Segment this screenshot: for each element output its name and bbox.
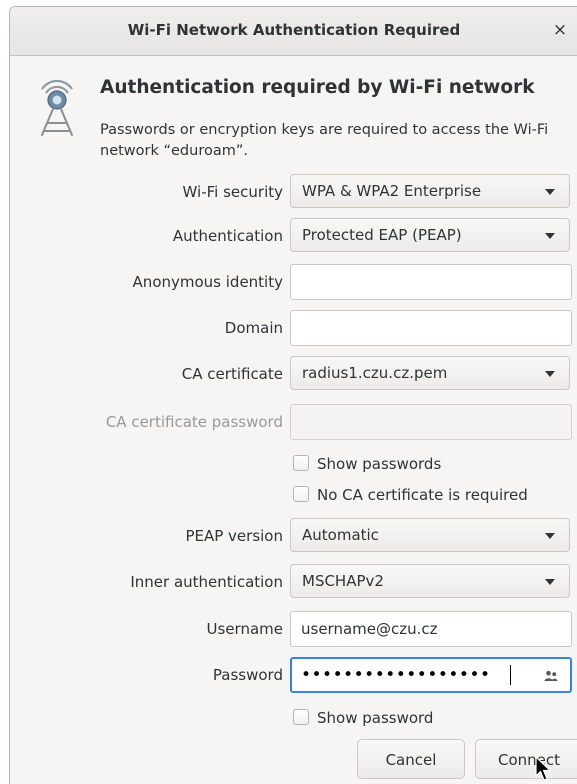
mouse-pointer-icon (535, 756, 552, 781)
peap-version-select[interactable]: Automatic (290, 518, 570, 552)
row-password: Password •••••••••••••••••• (10, 657, 577, 693)
row-peap-version: PEAP version Automatic (10, 518, 577, 554)
user-options-icon[interactable] (544, 670, 558, 682)
titlebar: Wi-Fi Network Authentication Required × (10, 7, 577, 56)
inner-authentication-select[interactable]: MSCHAPv2 (290, 564, 570, 598)
ca-certificate-password-input (290, 404, 572, 440)
dialog-title: Wi-Fi Network Authentication Required (127, 21, 461, 39)
domain-label: Domain (224, 319, 283, 337)
authentication-label: Authentication (172, 227, 283, 245)
peap-version-label: PEAP version (185, 527, 283, 545)
row-authentication: Authentication Protected EAP (PEAP) (10, 218, 577, 254)
no-ca-required-label: No CA certificate is required (317, 486, 528, 504)
wifi-auth-dialog: Wi-Fi Network Authentication Required × … (9, 6, 577, 784)
row-anonymous-identity: Anonymous identity (10, 264, 577, 300)
connect-button[interactable]: Connect (475, 739, 577, 779)
row-username: Username username@czu.cz (10, 611, 577, 647)
cancel-button[interactable]: Cancel (357, 739, 465, 779)
description: Passwords or encryption keys are require… (100, 122, 549, 159)
row-ca-certificate: CA certificate radius1.czu.cz.pem (10, 356, 577, 392)
username-label: Username (206, 620, 283, 638)
show-password-checkbox[interactable] (293, 709, 309, 725)
peap-version-value: Automatic (302, 526, 379, 544)
chevron-down-icon (545, 371, 555, 377)
row-inner-authentication: Inner authentication MSCHAPv2 (10, 564, 577, 600)
wifi-security-select[interactable]: WPA & WPA2 Enterprise (290, 174, 570, 208)
password-value: •••••••••••••••••• (301, 665, 491, 685)
chevron-down-icon (545, 533, 555, 539)
password-label: Password (212, 666, 283, 684)
row-domain: Domain (10, 310, 577, 346)
heading: Authentication required by Wi-Fi network (100, 77, 535, 98)
text-caret (510, 665, 511, 685)
wifi-security-label: Wi-Fi security (182, 183, 283, 201)
no-ca-required-checkbox[interactable] (293, 486, 309, 502)
ca-certificate-select[interactable]: radius1.czu.cz.pem (290, 356, 570, 390)
authentication-select[interactable]: Protected EAP (PEAP) (290, 218, 570, 252)
inner-authentication-value: MSCHAPv2 (302, 572, 384, 590)
authentication-value: Protected EAP (PEAP) (302, 226, 462, 244)
show-password-label: Show password (317, 709, 434, 727)
anonymous-identity-label: Anonymous identity (132, 273, 283, 291)
row-wifi-security: Wi-Fi security WPA & WPA2 Enterprise (10, 174, 577, 210)
close-button[interactable]: × (550, 20, 570, 40)
chevron-down-icon (545, 233, 555, 239)
domain-input[interactable] (290, 310, 572, 346)
ca-certificate-value: radius1.czu.cz.pem (302, 364, 448, 382)
row-ca-certificate-password: CA certificate password (10, 404, 577, 440)
password-input[interactable]: •••••••••••••••••• (290, 657, 572, 693)
chevron-down-icon (545, 579, 555, 585)
username-input[interactable]: username@czu.cz (290, 611, 572, 647)
wireless-network-icon (41, 79, 73, 136)
username-value: username@czu.cz (301, 620, 438, 638)
anonymous-identity-input[interactable] (290, 264, 572, 300)
ca-certificate-password-label: CA certificate password (105, 413, 283, 431)
chevron-down-icon (545, 189, 555, 195)
inner-authentication-label: Inner authentication (130, 573, 283, 591)
ca-certificate-label: CA certificate (181, 365, 283, 383)
show-passwords-checkbox[interactable] (293, 455, 309, 471)
wifi-security-value: WPA & WPA2 Enterprise (302, 182, 482, 200)
show-passwords-label: Show passwords (317, 455, 442, 473)
